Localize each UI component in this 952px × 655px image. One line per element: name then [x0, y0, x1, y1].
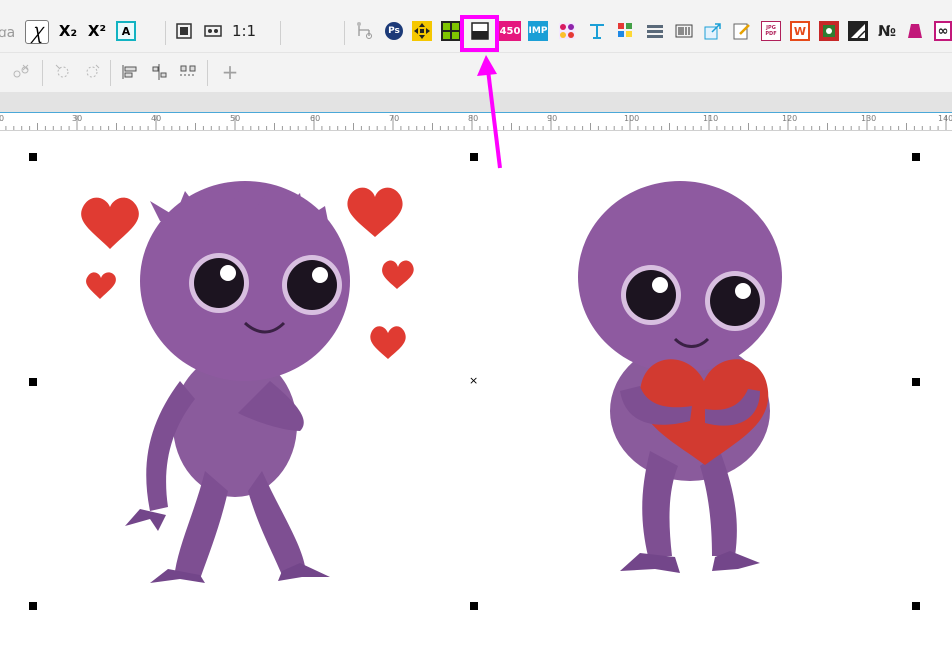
separator: [42, 60, 43, 86]
creature-with-hearts-image[interactable]: [81, 181, 414, 583]
selection-handle[interactable]: [29, 602, 37, 610]
heart-shape: [81, 197, 139, 249]
secondary-toolbar: [0, 52, 952, 92]
tape-icon[interactable]: [203, 21, 223, 41]
disconnect-icon[interactable]: [10, 61, 32, 83]
node-tree-icon[interactable]: [355, 21, 375, 41]
selection-handle[interactable]: [912, 153, 920, 161]
separator: [344, 21, 345, 45]
superscript-button[interactable]: X²: [86, 21, 108, 41]
ruler-tick-label: 140: [938, 114, 952, 123]
selection-handle[interactable]: [470, 602, 478, 610]
creature-holding-heart-image[interactable]: [578, 181, 782, 573]
color-blocks-icon[interactable]: [616, 21, 636, 41]
add-button[interactable]: +: [219, 60, 241, 84]
distribute-icon[interactable]: [177, 61, 199, 83]
scale-1-1-button[interactable]: 1:1: [232, 21, 256, 41]
trapezoid-icon[interactable]: [905, 21, 925, 41]
selection-handle[interactable]: [912, 602, 920, 610]
numero-icon[interactable]: №: [876, 21, 898, 41]
selection-handle[interactable]: [29, 153, 37, 161]
barcode-icon[interactable]: [674, 21, 694, 41]
pattern-icon[interactable]: [557, 21, 577, 41]
separator: [110, 60, 111, 86]
ruler-tick-label: 60: [310, 114, 321, 123]
heart-shape: [382, 260, 414, 289]
jpg-pdf-icon[interactable]: JPG PDF: [761, 21, 781, 41]
curly-text-icon[interactable]: Ꭓ: [25, 20, 49, 44]
selection-handle[interactable]: [912, 378, 920, 386]
toolbar-gap: [0, 92, 952, 112]
text-style-icon[interactable]: A: [116, 21, 136, 41]
separator: [280, 21, 281, 45]
separator: [207, 60, 208, 86]
ruler-tick-label: 90: [547, 114, 558, 123]
word-icon[interactable]: W: [790, 21, 810, 41]
count-450-icon[interactable]: 450: [499, 21, 521, 41]
ruler-tick-label: 0: [0, 114, 4, 123]
flag-icon[interactable]: [819, 21, 839, 41]
ruler-tick-label: 110: [703, 114, 719, 123]
subscript-button[interactable]: X₂: [57, 21, 79, 41]
grid-split-icon[interactable]: [441, 21, 461, 41]
highlight-box: [460, 15, 499, 52]
ruler-tick-label: 130: [861, 114, 877, 123]
main-toolbar: ꭤa Ꭓ X₂ X² A 1:1 Ps 450 IMP JPG PDF W № …: [0, 0, 952, 52]
heart-shape: [370, 326, 406, 359]
heart-shape: [86, 272, 116, 299]
text-tool-icon[interactable]: [587, 21, 607, 41]
ruler-tick-label: 30: [72, 114, 83, 123]
ruler-tick-label: 70: [389, 114, 400, 123]
frame-icon[interactable]: [174, 21, 194, 41]
selection-handle[interactable]: [470, 153, 478, 161]
align-left-icon[interactable]: [119, 61, 141, 83]
edit-note-icon[interactable]: [732, 21, 752, 41]
photoshop-icon[interactable]: Ps: [385, 22, 403, 40]
center-marker[interactable]: ×: [469, 374, 478, 387]
text-path-icon[interactable]: ꭤa: [0, 21, 16, 41]
ruler-tick-label: 40: [151, 114, 162, 123]
imp-icon[interactable]: IMP: [528, 21, 548, 41]
stripes-icon[interactable]: [645, 21, 665, 41]
diagonal-split-icon[interactable]: [848, 21, 868, 41]
export-icon[interactable]: [703, 21, 723, 41]
node-add-icon[interactable]: [52, 61, 74, 83]
separator: [165, 21, 166, 45]
horizontal-ruler: 0 30 40 50 60 70 80 90 100 110 120 130 1…: [0, 112, 952, 131]
svg-text:ꭤa: ꭤa: [0, 25, 15, 41]
document-canvas[interactable]: ×: [0, 131, 952, 655]
heart-shape: [347, 187, 403, 237]
move-arrows-icon[interactable]: [412, 21, 432, 41]
ruler-tick-label: 120: [782, 114, 798, 123]
ruler-tick-label: 80: [468, 114, 479, 123]
infinity-icon[interactable]: ∞: [934, 21, 952, 41]
selection-handle[interactable]: [29, 378, 37, 386]
ruler-tick-label: 100: [624, 114, 640, 123]
ruler-tick-label: 50: [230, 114, 241, 123]
align-center-icon[interactable]: [148, 61, 170, 83]
node-remove-icon[interactable]: [81, 61, 103, 83]
